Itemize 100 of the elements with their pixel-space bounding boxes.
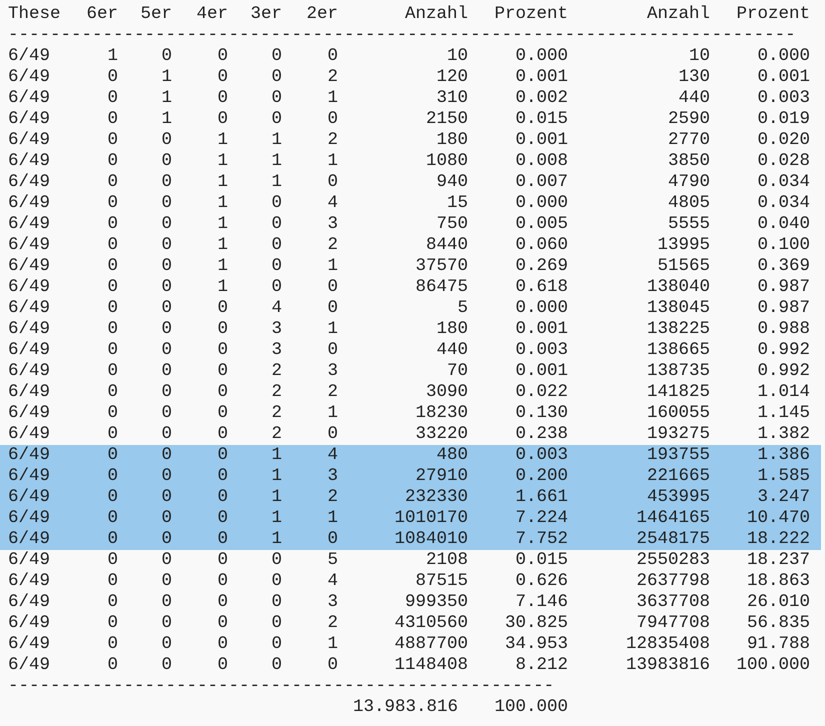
table-row[interactable]: 6/49 0 1 0 0 2 120 0.001 130 0.001 <box>0 67 821 88</box>
table-row[interactable]: 6/49 0 0 0 1 4 480 0.003 193755 1.386 <box>0 445 821 466</box>
table-row[interactable]: 6/49 0 0 0 1 1 1010170 7.224 1464165 10.470 <box>0 508 821 529</box>
table-cell: 0 <box>217 655 228 675</box>
table-row[interactable]: 6/49 0 0 0 1 2 232330 1.661 453995 3.247 <box>0 487 821 508</box>
table-cell: 0 <box>327 340 338 360</box>
table-row[interactable]: 6/49 0 0 1 1 2 180 0.001 2770 0.020 <box>0 130 821 151</box>
table-cell: 1 <box>271 466 282 486</box>
table-cell: 18.863 <box>746 571 810 591</box>
table-row[interactable]: 6/49 0 0 0 0 4 87515 0.626 2637798 18.863 <box>0 571 821 592</box>
table-cell: 1 <box>327 508 338 528</box>
table-row[interactable]: 6/49 0 0 0 3 0 440 0.003 138665 0.992 <box>0 340 821 361</box>
table-cell: 3.247 <box>757 487 810 507</box>
table-row[interactable]: 6/49 0 0 1 1 0 940 0.007 4790 0.034 <box>0 172 821 193</box>
table-cell: 6/49 <box>8 592 50 612</box>
table-cell: 1.386 <box>757 445 810 465</box>
table-row[interactable]: 6/49 0 0 0 0 5 2108 0.015 2550283 18.237 <box>0 550 821 571</box>
table-cell: 0 <box>161 256 172 276</box>
table-cell: 0.987 <box>757 298 810 318</box>
table-row[interactable]: 6/49 0 0 0 4 0 5 0.000 138045 0.987 <box>0 298 821 319</box>
table-cell: 0.001 <box>515 361 568 381</box>
table-cell: 6/49 <box>8 655 50 675</box>
table-row[interactable]: 6/49 0 0 0 3 1 180 0.001 138225 0.988 <box>0 319 821 340</box>
table-cell: 138225 <box>646 319 710 339</box>
table-cell: 100.000 <box>736 655 810 675</box>
table-row[interactable]: 6/49 0 0 1 1 1 1080 0.008 3850 0.028 <box>0 151 821 172</box>
table-cell: 3090 <box>426 382 468 402</box>
table-cell: 4790 <box>668 172 710 192</box>
table-cell: 0 <box>327 109 338 129</box>
table-cell: 6/49 <box>8 151 50 171</box>
table-row[interactable]: 6/49 0 0 0 1 0 1084010 7.752 2548175 18.222 <box>0 529 821 550</box>
table-row[interactable]: 6/49 0 0 0 0 3 999350 7.146 3637708 26.010 <box>0 592 821 613</box>
table-cell: 0 <box>161 613 172 633</box>
table-cell: 0 <box>217 634 228 654</box>
table-cell: 0 <box>107 256 118 276</box>
table-cell: 1 <box>271 172 282 192</box>
table-cell: 0 <box>161 340 172 360</box>
table-row[interactable]: 6/49 0 0 1 0 1 37570 0.269 51565 0.369 <box>0 256 821 277</box>
table-row[interactable]: 6/49 0 0 0 0 1 4887700 34.953 12835408 91.788 <box>0 634 821 655</box>
table-cell: 7.146 <box>515 592 568 612</box>
table-cell: 0 <box>271 277 282 297</box>
table-cell: 0.618 <box>515 277 568 297</box>
table-cell: 51565 <box>657 256 710 276</box>
table-row[interactable]: 6/49 0 0 0 2 1 18230 0.130 160055 1.145 <box>0 403 821 424</box>
table-cell: 0.000 <box>757 46 810 66</box>
table-cell: 0 <box>161 529 172 549</box>
table-cell: 1 <box>327 88 338 108</box>
table-cell: 1080 <box>426 151 468 171</box>
table-row[interactable]: 6/49 0 0 0 2 0 33220 0.238 193275 1.382 <box>0 424 821 445</box>
table-cell: 0.003 <box>515 340 568 360</box>
table-cell: 0 <box>161 592 172 612</box>
table-cell: 0 <box>217 508 228 528</box>
table-cell: 7947708 <box>636 613 710 633</box>
table-cell: 0.022 <box>515 382 568 402</box>
column-header: These <box>8 4 61 24</box>
table-row[interactable]: 6/49 0 0 0 1 3 27910 0.200 221665 1.585 <box>0 466 821 487</box>
table-cell: 6/49 <box>8 46 50 66</box>
table-cell: 2150 <box>426 109 468 129</box>
table-cell: 3 <box>271 340 282 360</box>
table-row[interactable]: 6/49 1 0 0 0 0 10 0.000 10 0.000 <box>0 46 821 67</box>
table-row[interactable]: 6/49 0 0 0 0 2 4310560 30.825 7947708 56.835 <box>0 613 821 634</box>
table-cell: 1 <box>217 214 228 234</box>
table-cell: 6/49 <box>8 508 50 528</box>
table-row[interactable]: 6/49 0 0 0 2 3 70 0.001 138735 0.992 <box>0 361 821 382</box>
table-cell: 0 <box>161 634 172 654</box>
table-cell: 0 <box>217 571 228 591</box>
table-cell: 0 <box>107 529 118 549</box>
table-row[interactable]: 6/49 0 1 0 0 1 310 0.002 440 0.003 <box>0 88 821 109</box>
table-cell: 3 <box>327 361 338 381</box>
divider-line: ---------------------------------------------------- <box>8 676 554 696</box>
table-cell: 0 <box>217 466 228 486</box>
table-cell: 2 <box>327 130 338 150</box>
table-cell: 0 <box>217 109 228 129</box>
table-row[interactable]: 6/49 0 0 1 0 3 750 0.005 5555 0.040 <box>0 214 821 235</box>
table-cell: 1 <box>217 130 228 150</box>
table-cell: 0 <box>107 508 118 528</box>
table-row[interactable]: 6/49 0 1 0 0 0 2150 0.015 2590 0.019 <box>0 109 821 130</box>
table-cell: 26.010 <box>746 592 810 612</box>
table-cell: 70 <box>446 361 468 381</box>
table-cell: 1 <box>217 277 228 297</box>
table-cell: 12835408 <box>626 634 710 654</box>
table-cell: 0 <box>161 508 172 528</box>
table-cell: 0 <box>107 88 118 108</box>
table-cell: 13995 <box>657 235 710 255</box>
table-cell: 18.222 <box>746 529 810 549</box>
table-cell: 0 <box>217 613 228 633</box>
table-row[interactable]: 6/49 0 0 0 2 2 3090 0.022 141825 1.014 <box>0 382 821 403</box>
table-cell: 0.040 <box>757 214 810 234</box>
table-cell: 1 <box>271 508 282 528</box>
table-cell: 0.001 <box>515 130 568 150</box>
table-row[interactable]: 6/49 0 0 1 0 2 8440 0.060 13995 0.100 <box>0 235 821 256</box>
table-row[interactable]: 6/49 0 0 0 0 0 1148408 8.212 13983816 100.000 <box>0 655 821 676</box>
table-cell: 8440 <box>426 235 468 255</box>
table-cell: 0 <box>161 487 172 507</box>
table-cell: 232330 <box>404 487 468 507</box>
table-row[interactable]: 6/49 0 0 1 0 0 86475 0.618 138040 0.987 <box>0 277 821 298</box>
table-row[interactable]: 6/49 0 0 1 0 4 15 0.000 4805 0.034 <box>0 193 821 214</box>
table-cell: 0 <box>107 382 118 402</box>
table-cell: 0 <box>217 550 228 570</box>
table-cell: 0.007 <box>515 172 568 192</box>
